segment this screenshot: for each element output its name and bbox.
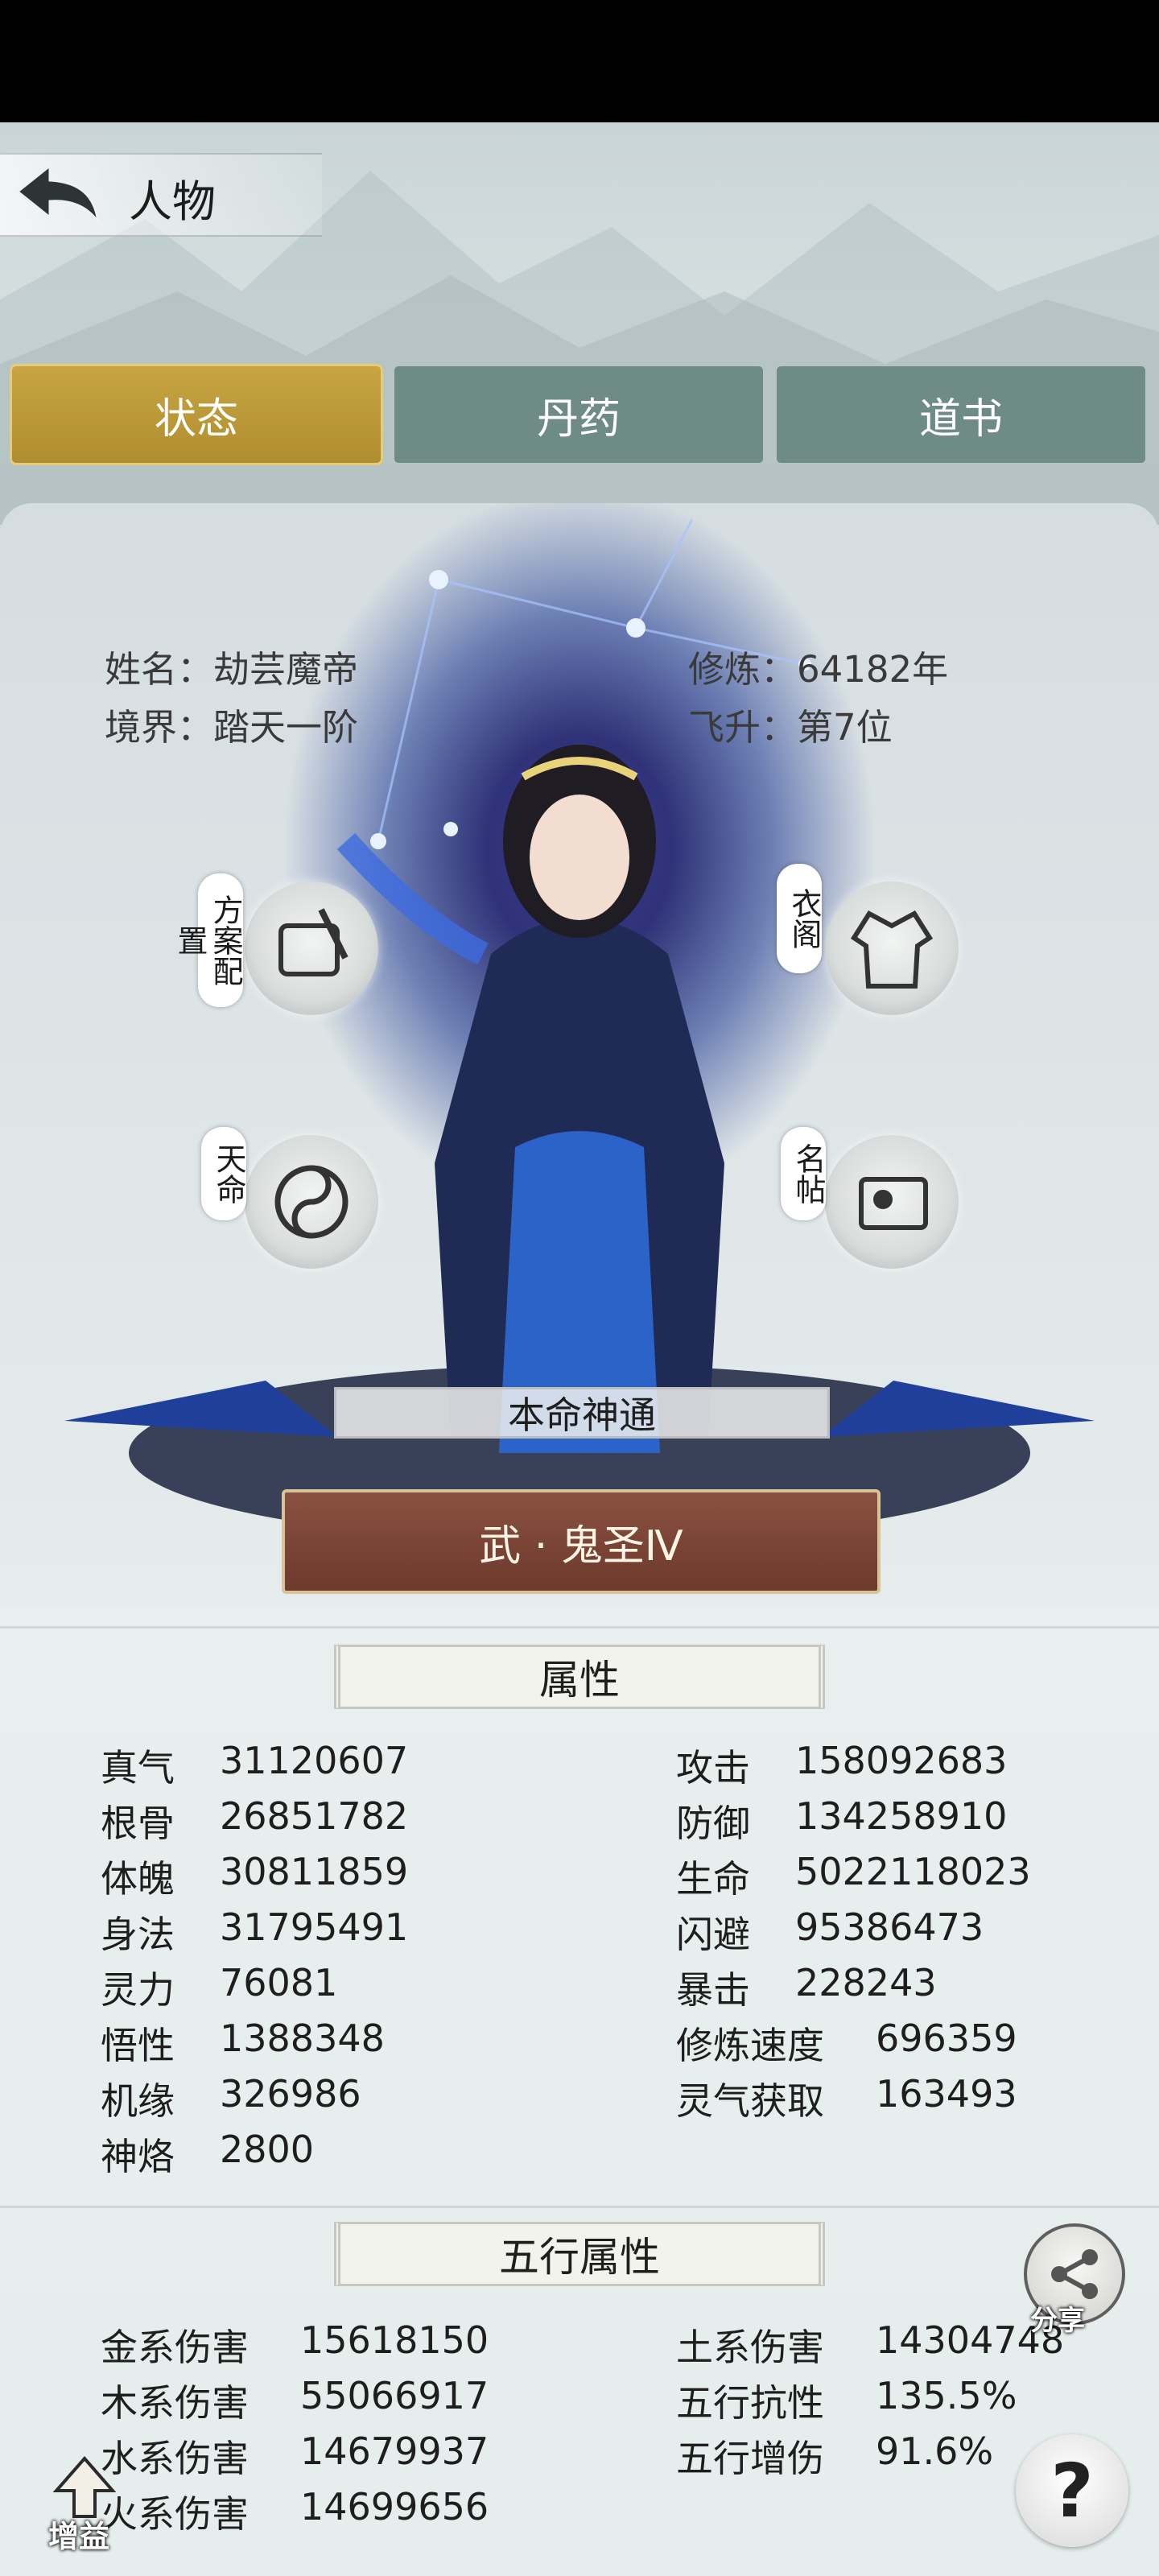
robe-icon <box>850 910 934 989</box>
share-label: 分享 <box>1030 2305 1085 2337</box>
wardrobe-label: 衣阁 <box>777 864 822 973</box>
ascension-rank: 第7位 <box>797 706 893 749</box>
stat-row: 生命 5022118023 <box>676 1850 1031 1901</box>
up-arrow-icon <box>52 2455 117 2518</box>
name-row: 姓名：劫芸魔帝 <box>105 648 359 691</box>
tab-pills[interactable]: 丹药 <box>392 364 765 465</box>
stat-row: 体魄 30811859 <box>101 1850 409 1901</box>
element-stat-row: 土系伤害 14304748 <box>676 2318 1065 2369</box>
element-stat-row: 木系伤害 55066917 <box>101 2374 489 2425</box>
tab-books[interactable]: 道书 <box>774 364 1148 465</box>
fate-label: 天命 <box>201 1127 246 1220</box>
status-bar <box>0 0 1159 122</box>
wardrobe-button[interactable] <box>825 881 959 1015</box>
stat-row: 真气 31120607 <box>101 1739 409 1790</box>
cultivation-row: 修炼：64182年 <box>688 648 949 691</box>
plan-config-button[interactable] <box>245 881 378 1015</box>
stat-row: 根骨 26851782 <box>101 1794 409 1845</box>
innate-skill-banner: 本命神通 <box>334 1387 830 1439</box>
attributes-title: 属性 <box>334 1645 825 1709</box>
stat-row: 悟性 1388348 <box>101 2017 385 2067</box>
character-name: 劫芸魔帝 <box>213 648 359 691</box>
taiji-icon <box>274 1165 349 1239</box>
character-realm: 踏天一阶 <box>213 706 359 749</box>
innate-skill-rank[interactable]: 武 · 鬼圣Ⅳ <box>282 1489 881 1594</box>
ascension-row: 飞升：第7位 <box>688 706 893 749</box>
stat-row: 机缘 326986 <box>101 2072 361 2123</box>
elements-title: 五行属性 <box>334 2222 825 2286</box>
plan-config-label: 方案配置 <box>172 873 243 1007</box>
stat-row: 身法 31795491 <box>101 1905 409 1956</box>
scroll-brush-icon <box>278 908 349 976</box>
stat-row: 灵气获取 163493 <box>676 2072 1017 2123</box>
stat-row: 修炼速度 696359 <box>676 2017 1017 2067</box>
cultivation-years: 64182年 <box>797 648 949 691</box>
back-arrow-icon <box>15 163 100 223</box>
stat-row: 暴击 228243 <box>676 1961 937 2012</box>
realm-row: 境界：踏天一阶 <box>105 706 359 749</box>
back-button[interactable] <box>14 161 103 225</box>
namecard-label: 名帖 <box>781 1127 826 1220</box>
fate-button[interactable] <box>245 1135 378 1269</box>
namecard-button[interactable] <box>825 1135 959 1269</box>
tab-status[interactable]: 状态 <box>10 364 383 465</box>
element-stat-row: 金系伤害 15618150 <box>101 2318 489 2369</box>
element-stat-row: 五行抗性 135.5% <box>676 2374 1017 2425</box>
element-stat-row: 五行增伤 91.6% <box>676 2429 994 2480</box>
stat-row: 神烙 2800 <box>101 2128 315 2178</box>
divider <box>0 2206 1159 2208</box>
stat-row: 灵力 76081 <box>101 1961 338 2012</box>
page-title: 人物 <box>129 176 216 227</box>
stat-row: 闪避 95386473 <box>676 1905 984 1956</box>
character-stage: 姓名：劫芸魔帝 境界：踏天一阶 修炼：64182年 飞升：第7位 方案配置 衣阁… <box>0 503 1159 1606</box>
buff-label: 增益 <box>48 2519 110 2554</box>
divider <box>0 1626 1159 1629</box>
stat-row: 攻击 158092683 <box>676 1739 1008 1790</box>
help-button[interactable]: ? <box>1016 2434 1128 2547</box>
profile-card-icon <box>859 1177 928 1230</box>
stat-row: 防御 134258910 <box>676 1794 1008 1845</box>
